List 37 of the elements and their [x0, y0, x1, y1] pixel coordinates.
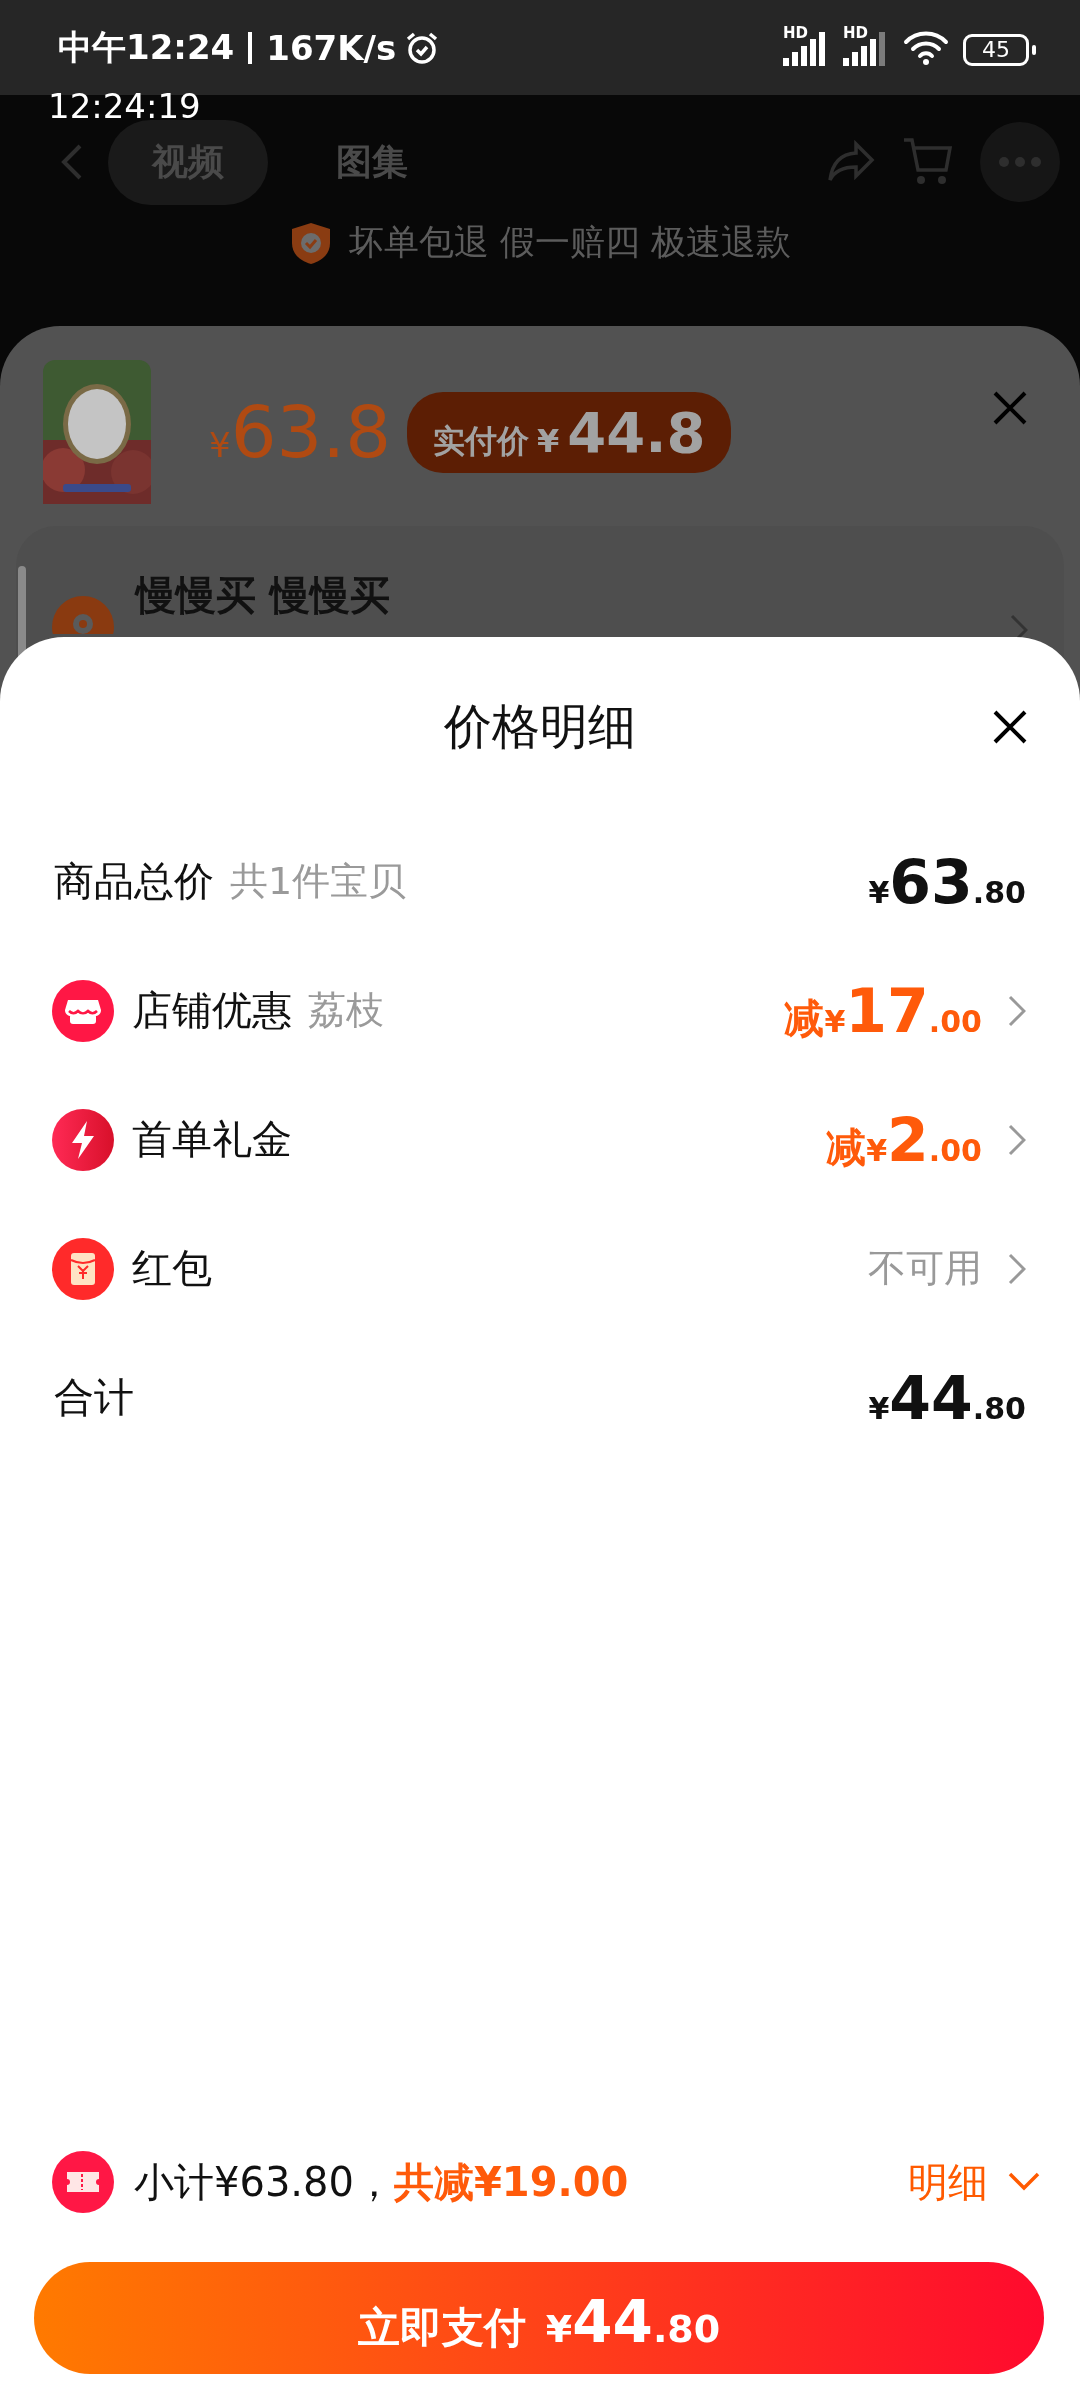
share-icon[interactable] [826, 140, 876, 184]
status-time: 中午12:24 [58, 25, 235, 69]
row-status: 不可用 [868, 1245, 982, 1292]
network-type-label: HD [843, 25, 868, 41]
row-label: 商品总价 [54, 857, 214, 906]
close-icon[interactable] [992, 709, 1028, 745]
row-note: 共1件宝贝 [230, 858, 407, 905]
row-label: 首单礼金 [132, 1115, 292, 1164]
row-label: 红包 [132, 1244, 212, 1293]
address-name: 慢慢买 慢慢买 [136, 572, 390, 618]
more-icon[interactable] [980, 122, 1060, 202]
guarantee-text: 坏单包退 假一赔四 极速退款 [348, 221, 792, 264]
lightning-icon [52, 1108, 114, 1171]
product-price: ¥63.8 [209, 390, 391, 474]
row-label: 合计 [54, 1373, 134, 1422]
row-amount: ¥63.80 [868, 846, 1026, 917]
row-amount: 减¥17.00 [784, 975, 982, 1046]
row-label: 店铺优惠 [132, 986, 292, 1035]
media-tab[interactable]: 图集 [292, 119, 452, 205]
row-amount: 减¥2.00 [826, 1104, 982, 1175]
store-icon [52, 979, 114, 1042]
chevron-right-icon[interactable] [1008, 1123, 1026, 1156]
wifi-icon [903, 29, 949, 66]
pay-button[interactable]: 立即支付 ¥44.80 [34, 2262, 1044, 2374]
back-icon[interactable] [60, 142, 84, 182]
row-amount: ¥44.80 [868, 1362, 1026, 1433]
chevron-right-icon[interactable] [1008, 994, 1026, 1027]
network-type-label: HD [783, 25, 808, 41]
chevron-right-icon[interactable] [1008, 1252, 1026, 1285]
row-note: 荔枝 [308, 987, 384, 1034]
envelope-icon [52, 1237, 114, 1300]
network-speed: 167K/s [266, 27, 397, 68]
subtotal-text: 小计¥63.80，共减¥19.00 [134, 2157, 629, 2207]
ticket-icon [52, 2151, 114, 2213]
detail-toggle[interactable]: 明细 [908, 2154, 1040, 2210]
actual-price-badge: 实付价 ¥44.8 [406, 391, 732, 473]
chevron-down-icon [1008, 2172, 1040, 2192]
